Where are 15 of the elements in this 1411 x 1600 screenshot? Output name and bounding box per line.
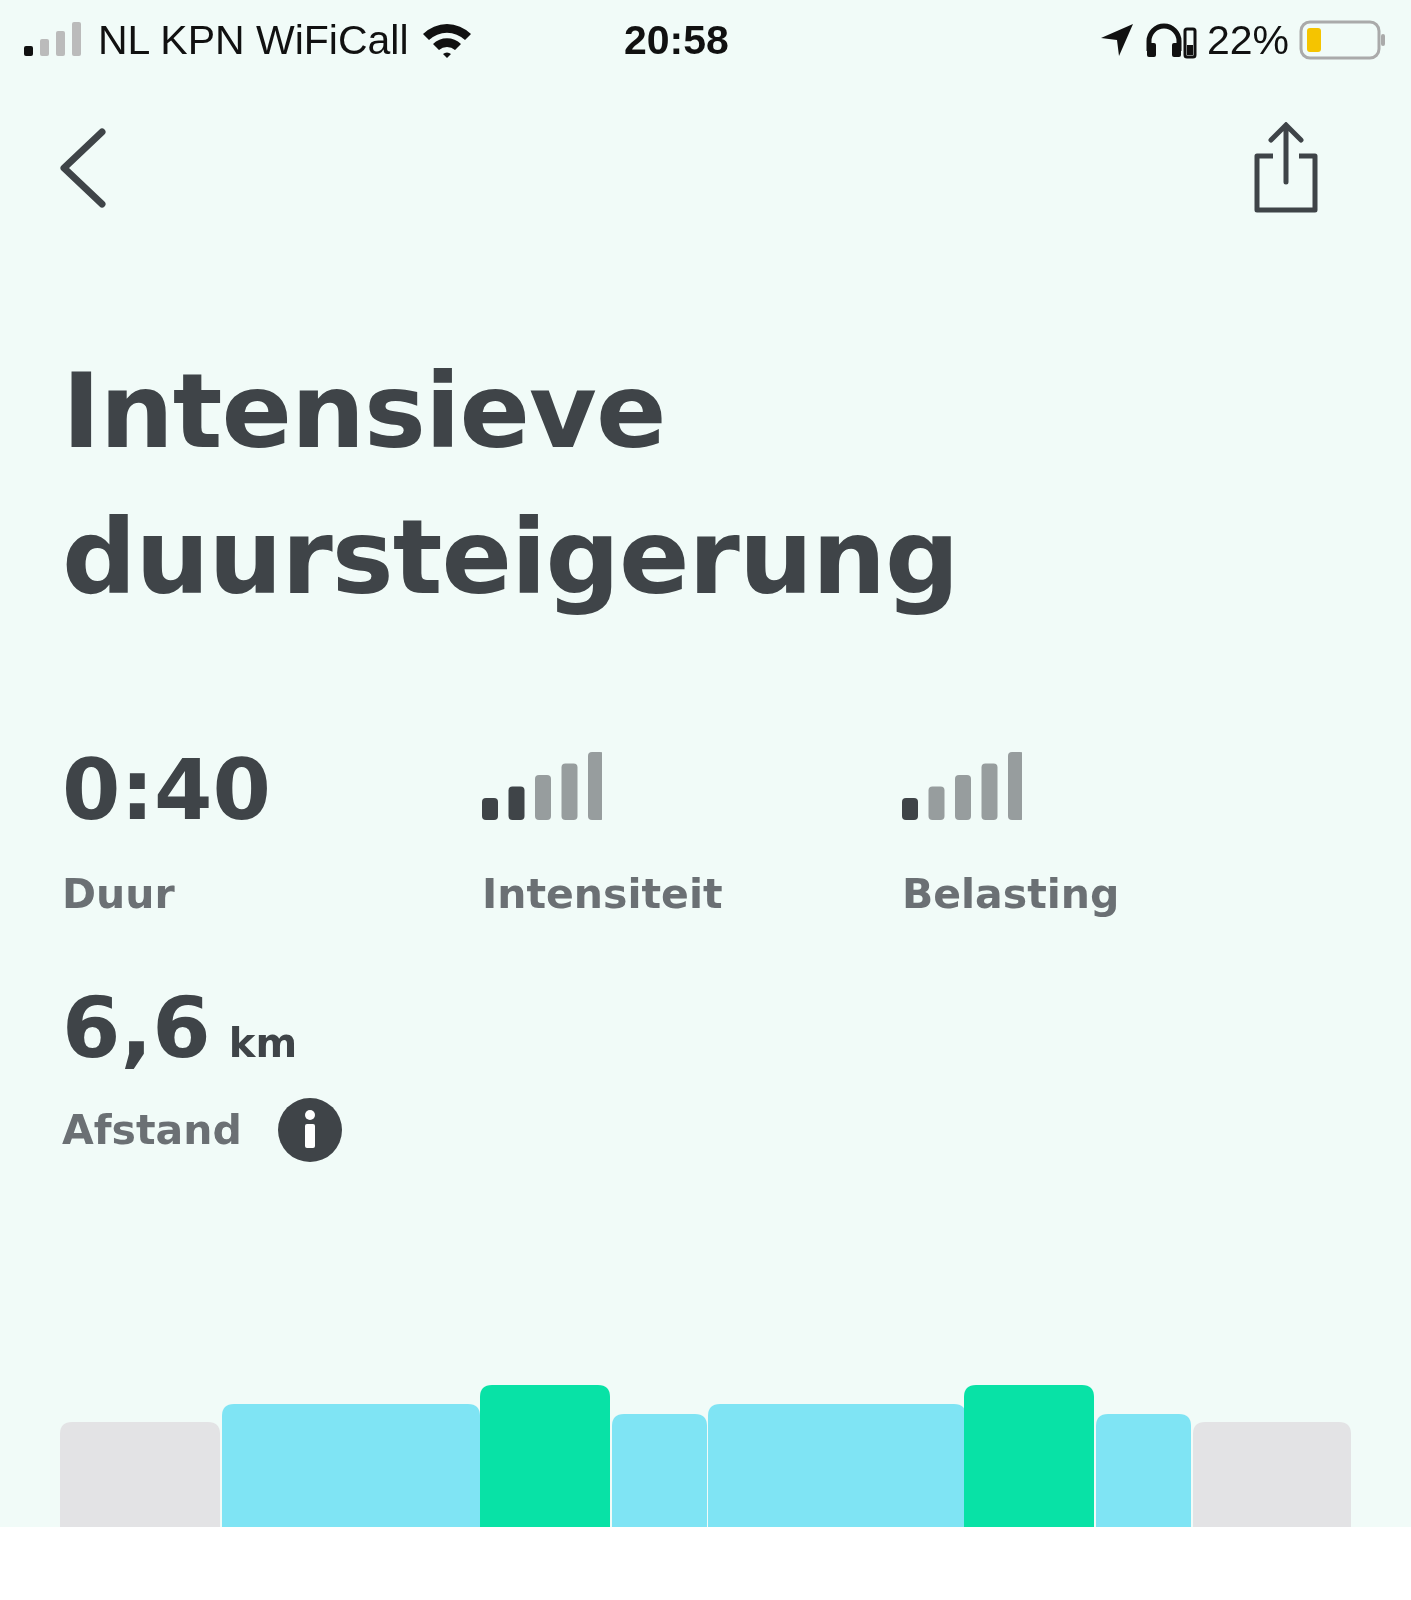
stat-label: Afstand [62, 1106, 242, 1154]
headphones-icon [1144, 21, 1197, 59]
back-icon[interactable] [58, 128, 106, 208]
distance-value: 6,6 [62, 978, 211, 1078]
clock-time: 20:58 [624, 16, 730, 64]
battery-icon [1299, 20, 1387, 60]
carrier-name: NL KPN WiFiCall [98, 16, 409, 64]
workout-title: Intensieve duursteigerung [62, 349, 960, 620]
stat-label: Duur [62, 870, 176, 918]
info-icon[interactable] [277, 1098, 342, 1162]
stat-label: Intensiteit [482, 870, 724, 918]
duration-value: 0:40 [62, 740, 272, 840]
distance-unit: km [228, 1020, 298, 1066]
battery-percentage: 22% [1206, 16, 1289, 64]
stat-label: Belasting [902, 870, 1121, 918]
